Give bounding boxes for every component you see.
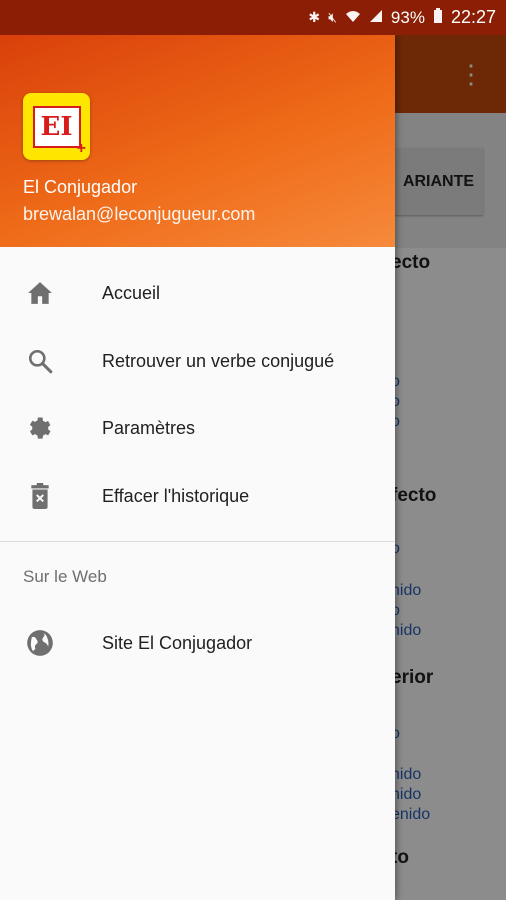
section-header-web: Sur le Web xyxy=(23,567,107,586)
nav-item-website[interactable]: Site El Conjugador xyxy=(0,610,395,676)
nav-item-label: Site El Conjugador xyxy=(102,632,253,653)
wifi-icon xyxy=(345,9,361,26)
app-name: El Conjugador xyxy=(23,177,138,197)
signal-icon xyxy=(369,9,383,26)
mute-icon: 🔇︎ xyxy=(328,9,337,25)
trash-icon xyxy=(26,482,54,510)
nav-item-settings[interactable]: Paramètres xyxy=(0,395,395,461)
search-icon xyxy=(26,347,54,375)
nav-item-label: Retrouver un verbe conjugué xyxy=(102,350,335,371)
bluetooth-icon: ✱ xyxy=(308,9,321,25)
clock: 22:27 xyxy=(450,7,496,27)
nav-item-search-verb[interactable]: Retrouver un verbe conjugué xyxy=(0,328,395,394)
gear-icon xyxy=(26,414,54,442)
battery-icon xyxy=(433,8,443,27)
nav-item-label: Paramètres xyxy=(102,417,196,438)
plus-icon: + xyxy=(76,140,86,157)
navigation-drawer: EI + El Conjugador brewalan@leconjugueur… xyxy=(0,35,395,900)
home-icon xyxy=(26,279,54,307)
drawer-divider xyxy=(0,541,395,542)
nav-item-clear-history[interactable]: Effacer l'historique xyxy=(0,463,395,529)
status-bar: ✱ 🔇︎ 93% 22:27 xyxy=(0,0,506,35)
nav-item-accueil[interactable]: Accueil xyxy=(0,260,395,326)
nav-item-label: Accueil xyxy=(102,282,161,303)
app-logo: EI + xyxy=(23,93,90,160)
drawer-header: EI + El Conjugador brewalan@leconjugueur… xyxy=(0,35,395,247)
app-logo-mark: EI xyxy=(32,105,81,148)
nav-item-label: Effacer l'historique xyxy=(102,485,250,506)
globe-icon xyxy=(26,629,54,657)
battery-percent: 93% xyxy=(390,7,425,27)
account-email: brewalan@leconjugueur.com xyxy=(23,204,256,224)
